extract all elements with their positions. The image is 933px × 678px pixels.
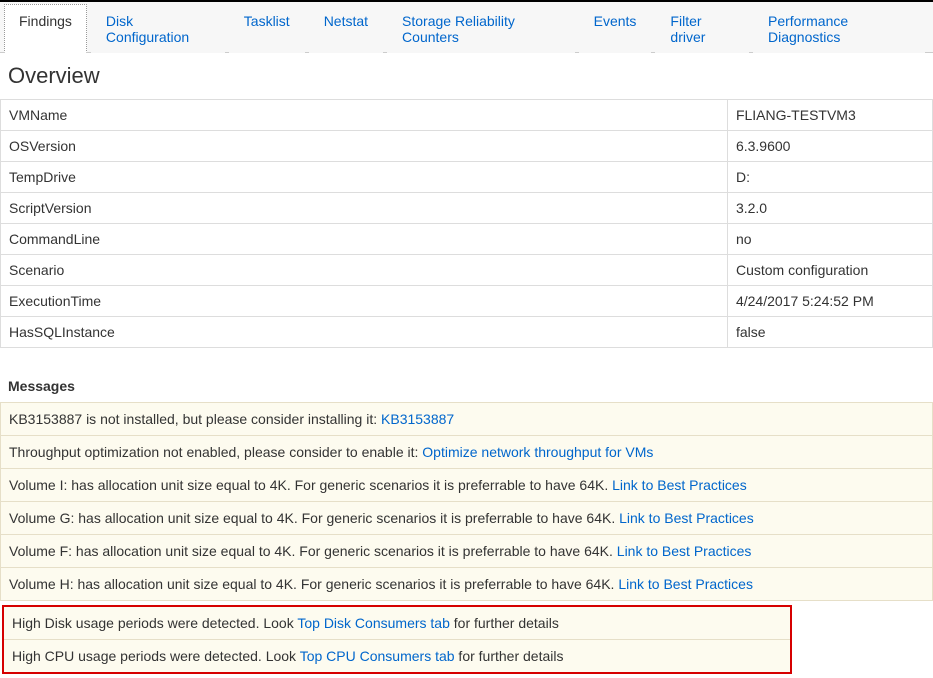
tab-filter-driver[interactable]: Filter driver — [655, 4, 749, 53]
message-link[interactable]: Top CPU Consumers tab — [300, 648, 455, 664]
table-row: ExecutionTime 4/24/2017 5:24:52 PM — [1, 286, 933, 317]
message-text: Volume H: has allocation unit size equal… — [9, 576, 618, 592]
table-row: VMName FLIANG-TESTVM3 — [1, 100, 933, 131]
overview-key: VMName — [1, 100, 728, 131]
table-row: CommandLine no — [1, 224, 933, 255]
messages-table: KB3153887 is not installed, but please c… — [0, 402, 933, 601]
message-text: High CPU usage periods were detected. Lo… — [12, 648, 300, 664]
message-text-post: for further details — [455, 648, 564, 664]
table-row: ScriptVersion 3.2.0 — [1, 193, 933, 224]
message-link[interactable]: Top Disk Consumers tab — [297, 615, 450, 631]
tab-disk-configuration[interactable]: Disk Configuration — [91, 4, 225, 53]
message-text: High Disk usage periods were detected. L… — [12, 615, 297, 631]
message-row: Volume F: has allocation unit size equal… — [1, 535, 933, 568]
message-link[interactable]: Link to Best Practices — [618, 576, 753, 592]
overview-key: CommandLine — [1, 224, 728, 255]
message-row: Volume G: has allocation unit size equal… — [1, 502, 933, 535]
overview-value: no — [727, 224, 932, 255]
message-row: Throughput optimization not enabled, ple… — [1, 436, 933, 469]
message-text-post: for further details — [450, 615, 559, 631]
message-text: Volume I: has allocation unit size equal… — [9, 477, 612, 493]
tab-label: Events — [594, 13, 637, 29]
overview-key: ExecutionTime — [1, 286, 728, 317]
tab-tasklist[interactable]: Tasklist — [229, 4, 305, 53]
message-row: High Disk usage periods were detected. L… — [4, 607, 790, 640]
overview-value: 3.2.0 — [727, 193, 932, 224]
overview-value: 6.3.9600 — [727, 131, 932, 162]
message-text: Volume F: has allocation unit size equal… — [9, 543, 617, 559]
message-row: Volume I: has allocation unit size equal… — [1, 469, 933, 502]
tab-label: Tasklist — [244, 13, 290, 29]
overview-key: HasSQLInstance — [1, 317, 728, 348]
message-link[interactable]: Link to Best Practices — [612, 477, 747, 493]
overview-value: D: — [727, 162, 932, 193]
overview-value: 4/24/2017 5:24:52 PM — [727, 286, 932, 317]
message-link[interactable]: Link to Best Practices — [619, 510, 754, 526]
overview-key: Scenario — [1, 255, 728, 286]
overview-value: Custom configuration — [727, 255, 932, 286]
message-link[interactable]: Optimize network throughput for VMs — [422, 444, 653, 460]
message-row: High CPU usage periods were detected. Lo… — [4, 640, 790, 672]
messages-title: Messages — [0, 348, 933, 402]
tab-label: Storage Reliability Counters — [402, 13, 515, 45]
overview-key: OSVersion — [1, 131, 728, 162]
tab-performance-diagnostics[interactable]: Performance Diagnostics — [753, 4, 925, 53]
message-text: Throughput optimization not enabled, ple… — [9, 444, 422, 460]
overview-table: VMName FLIANG-TESTVM3 OSVersion 6.3.9600… — [0, 99, 933, 348]
overview-key: TempDrive — [1, 162, 728, 193]
overview-value: FLIANG-TESTVM3 — [727, 100, 932, 131]
tab-label: Performance Diagnostics — [768, 13, 848, 45]
tab-label: Disk Configuration — [106, 13, 189, 45]
tab-label: Netstat — [324, 13, 368, 29]
table-row: Scenario Custom configuration — [1, 255, 933, 286]
message-row: KB3153887 is not installed, but please c… — [1, 403, 933, 436]
table-row: OSVersion 6.3.9600 — [1, 131, 933, 162]
overview-title: Overview — [0, 53, 933, 99]
highlighted-messages-box: High Disk usage periods were detected. L… — [2, 605, 792, 674]
message-link[interactable]: KB3153887 — [381, 411, 454, 427]
tab-label: Filter driver — [670, 13, 705, 45]
message-text: KB3153887 is not installed, but please c… — [9, 411, 381, 427]
tab-bar: Findings Disk Configuration Tasklist Net… — [0, 2, 933, 53]
tab-events[interactable]: Events — [579, 4, 652, 53]
tab-storage-reliability-counters[interactable]: Storage Reliability Counters — [387, 4, 575, 53]
table-row: TempDrive D: — [1, 162, 933, 193]
overview-key: ScriptVersion — [1, 193, 728, 224]
tab-netstat[interactable]: Netstat — [309, 4, 383, 53]
table-row: HasSQLInstance false — [1, 317, 933, 348]
message-row: Volume H: has allocation unit size equal… — [1, 568, 933, 601]
overview-value: false — [727, 317, 932, 348]
tab-findings[interactable]: Findings — [4, 4, 87, 53]
message-link[interactable]: Link to Best Practices — [617, 543, 752, 559]
tab-label: Findings — [19, 13, 72, 29]
message-text: Volume G: has allocation unit size equal… — [9, 510, 619, 526]
